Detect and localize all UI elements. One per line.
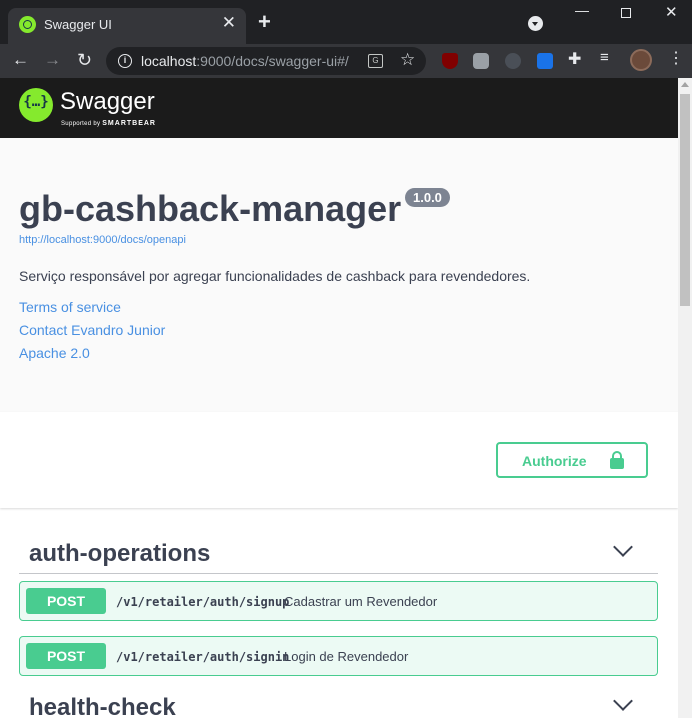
swagger-favicon-icon — [19, 16, 36, 33]
page-scrollbar[interactable] — [678, 78, 692, 718]
page-viewport: {…} Swagger Supported by SMARTBEAR gb-ca… — [0, 78, 678, 718]
operation-path: /v1/retailer/auth/signin — [116, 650, 290, 664]
bookmark-star-icon[interactable]: ☆ — [400, 50, 415, 70]
license-link[interactable]: Apache 2.0 — [19, 345, 90, 361]
method-badge: POST — [26, 643, 106, 669]
translate-icon[interactable]: G — [368, 54, 383, 68]
brand-sub-company: SMARTBEAR — [102, 120, 156, 127]
address-bar[interactable]: i localhost:9000/docs/swagger-ui#/ G ☆ — [106, 47, 426, 75]
operation-post-signin[interactable]: POST /v1/retailer/auth/signin Login de R… — [19, 636, 658, 676]
lock-icon — [610, 451, 624, 469]
api-info: gb-cashback-manager 1.0.0 http://localho… — [0, 138, 678, 412]
browser-tab[interactable]: Swagger UI ✕ — [8, 8, 246, 44]
contact-link[interactable]: Contact Evandro Junior — [19, 322, 165, 338]
tag-section-health-check: health-check — [19, 682, 658, 718]
operation-summary: Login de Revendedor — [284, 649, 409, 664]
minimize-icon[interactable]: — — [575, 2, 589, 18]
url-path: :9000/docs/swagger-ui#/ — [196, 53, 349, 69]
scrollbar-thumb[interactable] — [680, 94, 690, 306]
maximize-icon[interactable] — [621, 8, 631, 18]
authorize-label: Authorize — [522, 453, 587, 469]
operation-post-signup[interactable]: POST /v1/retailer/auth/signup Cadastrar … — [19, 581, 658, 621]
reading-list-icon[interactable]: ≡ — [600, 49, 616, 66]
api-description: Serviço responsável por agregar funciona… — [19, 268, 531, 284]
owl-extension-icon[interactable] — [505, 53, 521, 69]
ublock-extension-icon[interactable] — [442, 53, 458, 69]
api-title: gb-cashback-manager — [19, 188, 402, 229]
tag-header[interactable]: health-check — [19, 682, 658, 718]
forward-arrow-icon[interactable]: → — [44, 49, 61, 71]
browser-title-bar: Swagger UI ✕ + — ✕ — [0, 0, 692, 44]
version-badge: 1.0.0 — [405, 188, 450, 207]
method-badge: POST — [26, 588, 106, 614]
swagger-logo-glyph: {…} — [23, 94, 49, 110]
url-host: localhost — [141, 53, 197, 69]
operation-summary: Cadastrar um Revendedor — [284, 594, 438, 609]
brand-sub-prefix: Supported by — [61, 121, 101, 127]
browser-toolbar: ← → ↻ i localhost:9000/docs/swagger-ui#/… — [0, 44, 692, 78]
terms-of-service-link[interactable]: Terms of service — [19, 299, 121, 315]
site-info-icon[interactable]: i — [118, 54, 132, 68]
operation-path: /v1/retailer/auth/signup — [116, 595, 290, 609]
swagger-brand-subtitle: Supported by SMARTBEAR — [61, 120, 156, 127]
tag-name: health-check — [29, 694, 176, 718]
swagger-topbar: {…} Swagger Supported by SMARTBEAR — [0, 78, 678, 138]
url-text[interactable]: localhost:9000/docs/swagger-ui#/ — [141, 53, 349, 69]
swagger-logo-icon[interactable]: {…} — [19, 88, 53, 122]
reload-icon[interactable]: ↻ — [77, 49, 92, 71]
tab-close-icon[interactable]: ✕ — [222, 13, 236, 33]
blue-extension-icon[interactable] — [537, 53, 553, 69]
close-window-icon[interactable]: ✕ — [665, 3, 678, 21]
swagger-brand-name[interactable]: Swagger — [60, 88, 155, 116]
back-arrow-icon[interactable]: ← — [12, 49, 29, 71]
tab-title: Swagger UI — [44, 17, 112, 32]
profile-avatar[interactable] — [630, 49, 652, 71]
browser-menu-icon[interactable]: ⋮ — [668, 48, 684, 68]
scheme-container: Authorize — [0, 412, 678, 508]
camera-extension-icon[interactable] — [473, 53, 489, 69]
chevron-down-icon[interactable] — [613, 691, 633, 711]
tab-search-icon[interactable] — [528, 16, 543, 31]
authorize-button[interactable]: Authorize — [496, 442, 648, 478]
tag-name: auth-operations — [29, 540, 211, 567]
scroll-up-arrow-icon[interactable] — [681, 82, 689, 87]
tag-section-auth-operations: auth-operations POST /v1/retailer/auth/s… — [19, 528, 658, 676]
tag-header[interactable]: auth-operations — [19, 528, 658, 574]
openapi-spec-link[interactable]: http://localhost:9000/docs/openapi — [19, 234, 186, 246]
chevron-down-icon[interactable] — [613, 537, 633, 557]
extensions-puzzle-icon[interactable]: ✚ — [568, 49, 584, 68]
new-tab-button[interactable]: + — [258, 10, 271, 34]
